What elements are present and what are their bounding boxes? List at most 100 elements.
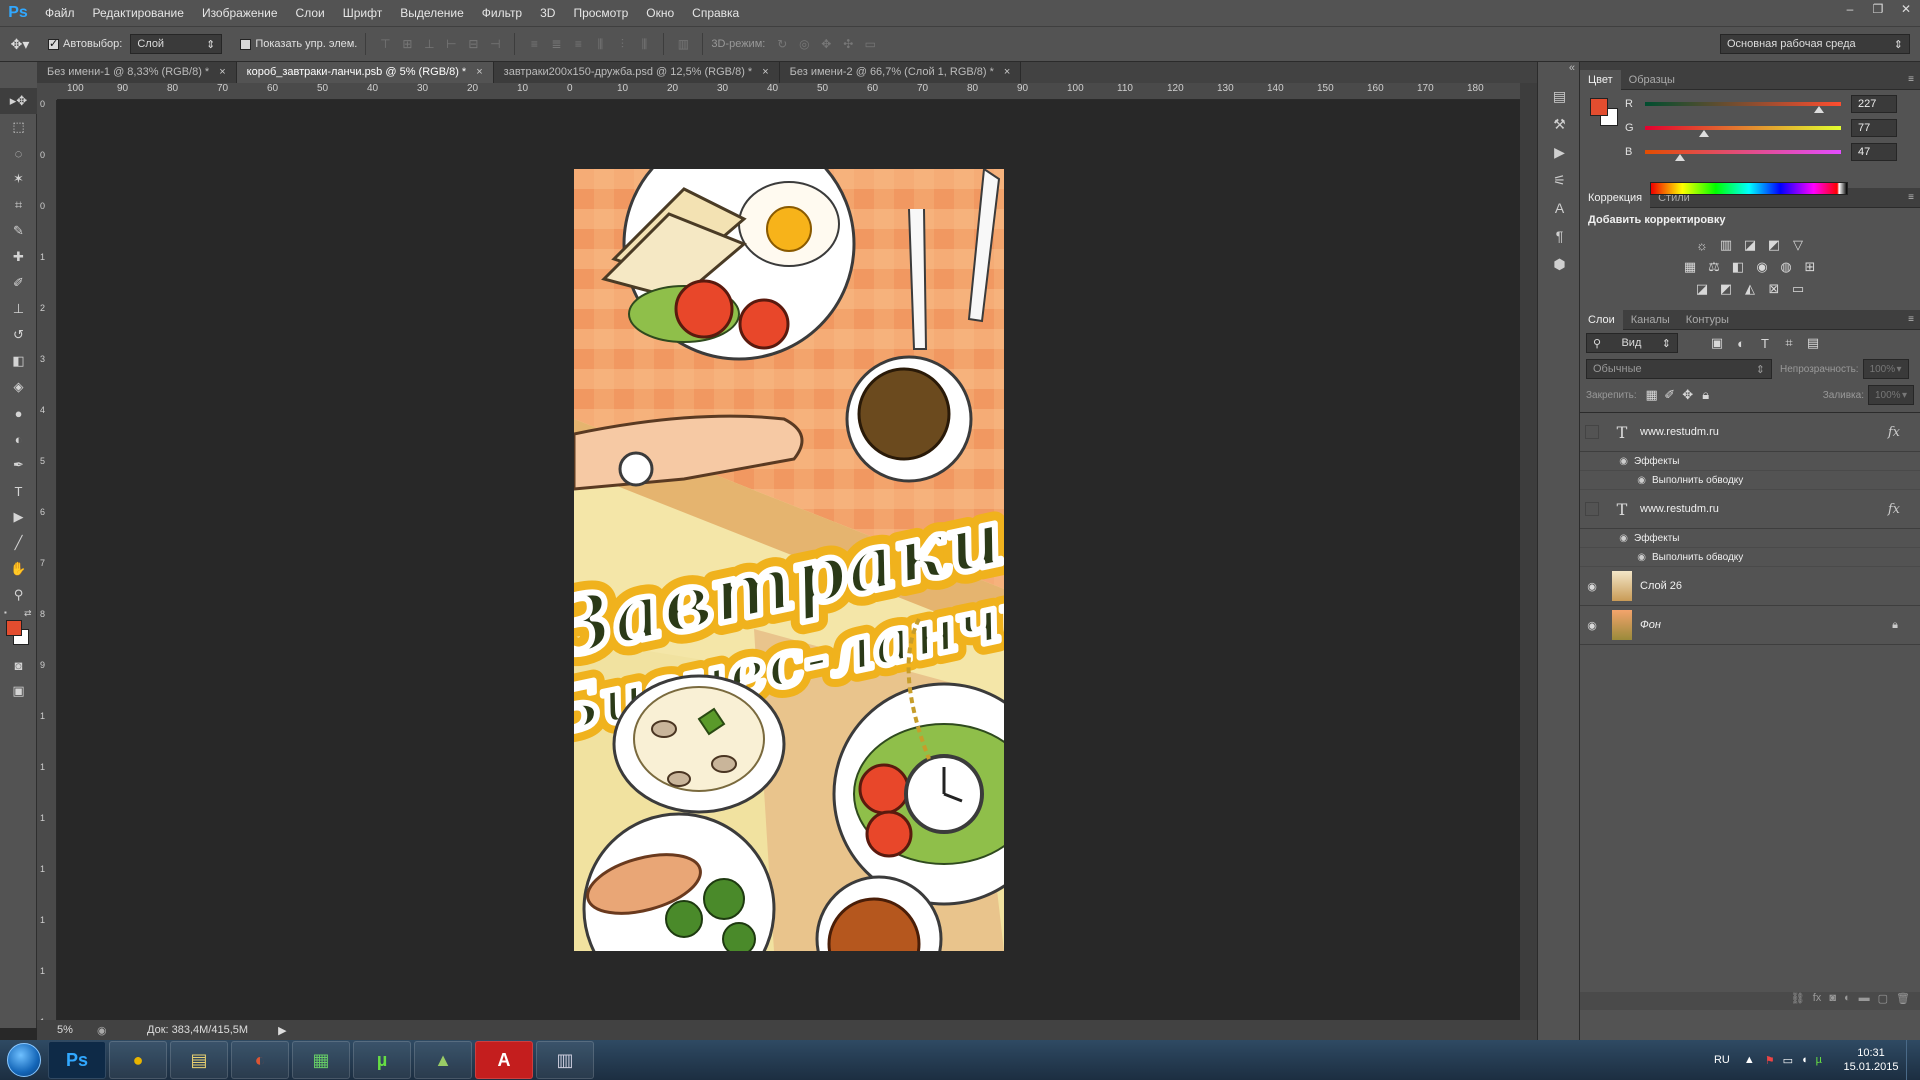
pan-3d-icon[interactable]: ✥	[815, 33, 837, 55]
photo-filter-icon[interactable]: ◉	[1753, 258, 1771, 276]
type-tool-icon[interactable]: T	[0, 478, 37, 504]
filter-smart-icon[interactable]: ▤	[1804, 334, 1822, 352]
filter-shape-icon[interactable]: ⌗	[1780, 334, 1798, 352]
taskbar-photoshop[interactable]: Ps	[48, 1041, 106, 1079]
panel-menu-icon[interactable]: ≡	[1908, 74, 1914, 85]
link-layers-icon[interactable]: ⛓	[1791, 992, 1805, 1010]
utorrent-tray-icon[interactable]: µ	[1816, 1054, 1822, 1066]
tab-close-icon[interactable]: ×	[1004, 66, 1010, 78]
orbit-3d-icon[interactable]: ↻	[771, 33, 793, 55]
fx-icon[interactable]: fx	[1888, 425, 1900, 440]
healing-brush-tool-icon[interactable]: ✚	[0, 244, 37, 270]
action-center-icon[interactable]: ⚑	[1765, 1054, 1775, 1067]
eye-icon[interactable]: ◉	[1580, 580, 1604, 593]
layer-row[interactable]: ◉ Фон 🔒︎	[1580, 606, 1920, 645]
g-slider[interactable]	[1645, 126, 1841, 137]
menu-item[interactable]: Файл	[36, 0, 84, 26]
brightness-icon[interactable]: ☼	[1693, 236, 1711, 254]
distribute-left-icon[interactable]: ⫼	[589, 33, 611, 55]
align-top-icon[interactable]: ⊤	[374, 33, 396, 55]
zoom-level[interactable]: 5%	[57, 1024, 97, 1036]
tool-presets-icon[interactable]: ⚒	[1538, 110, 1581, 138]
b-slider-thumb[interactable]	[1675, 154, 1686, 161]
horizontal-ruler[interactable]: 100 90 80 70 60 50 40 30 20 10 0 10 20 30 40 50 60 70 80 90…	[57, 83, 1520, 100]
menu-item[interactable]: Изображение	[193, 0, 287, 26]
distribute-top-icon[interactable]: ≡	[523, 33, 545, 55]
taskbar-app-7[interactable]: ▲	[414, 1041, 472, 1079]
r-slider-thumb[interactable]	[1814, 106, 1825, 113]
roll-3d-icon[interactable]: ◎	[793, 33, 815, 55]
fill-field[interactable]: 100% ▾	[1868, 385, 1914, 405]
menu-item[interactable]: Выделение	[391, 0, 473, 26]
network-icon[interactable]: ▭	[1783, 1054, 1793, 1067]
g-slider-thumb[interactable]	[1698, 130, 1709, 137]
align-vcenter-icon[interactable]: ⊞	[396, 33, 418, 55]
history-panel-icon[interactable]: ▤	[1538, 82, 1581, 110]
menu-item[interactable]: Справка	[683, 0, 748, 26]
blur-tool-icon[interactable]: ●	[0, 400, 37, 426]
eye-icon[interactable]: ◉	[1580, 533, 1634, 544]
menu-item[interactable]: Окно	[637, 0, 683, 26]
lock-transparency-icon[interactable]: ▦	[1643, 386, 1661, 404]
menu-item[interactable]: Шрифт	[334, 0, 391, 26]
photoshop-logo[interactable]: Ps	[0, 0, 36, 26]
taskbar-chrome[interactable]: ●	[109, 1041, 167, 1079]
posterize-icon[interactable]: ◩	[1717, 280, 1735, 298]
distribute-right-icon[interactable]: ⫼	[633, 33, 655, 55]
actions-panel-icon[interactable]: ▶	[1538, 138, 1581, 166]
b-slider[interactable]	[1645, 150, 1841, 161]
foreground-color-swatch[interactable]	[6, 620, 22, 636]
filter-adjustment-icon[interactable]: ◐	[1732, 334, 1750, 352]
menu-item[interactable]: Редактирование	[84, 0, 193, 26]
brush-tool-icon[interactable]: ✐	[0, 270, 37, 296]
taskbar-browser[interactable]: ◐	[231, 1041, 289, 1079]
exposure-icon[interactable]: ◩	[1765, 236, 1783, 254]
lock-position-icon[interactable]: ✥	[1679, 386, 1697, 404]
document-tab[interactable]: завтраки200x150-дружба.psd @ 12,5% (RGB/…	[493, 62, 780, 83]
status-arrow-icon[interactable]: ▶	[278, 1024, 286, 1037]
layer-name[interactable]: Слой 26	[1640, 580, 1682, 592]
lock-all-icon[interactable]: 🔒︎	[1697, 386, 1715, 404]
collapse-dock-icon[interactable]: «	[1538, 62, 1579, 82]
new-layer-icon[interactable]: ▢	[1878, 992, 1888, 1010]
distribute-hcenter-icon[interactable]: ⫶	[611, 33, 633, 55]
taskbar-acrobat[interactable]: A	[475, 1041, 533, 1079]
eyedropper-tool-icon[interactable]: ✎	[0, 218, 37, 244]
swap-colors-icon[interactable]: ⇄	[24, 608, 32, 619]
fx-icon[interactable]: fx	[1888, 502, 1900, 517]
pen-tool-icon[interactable]: ✒	[0, 452, 37, 478]
restore-button[interactable]: ❐	[1864, 0, 1892, 18]
document-tab[interactable]: Без имени-1 @ 8,33% (RGB/8) * ×	[37, 62, 237, 83]
eye-icon[interactable]: ◉	[1580, 475, 1652, 486]
color-spectrum[interactable]	[1650, 182, 1848, 195]
new-group-icon[interactable]: ▬	[1859, 992, 1870, 1010]
tab-close-icon[interactable]: ×	[219, 66, 225, 78]
stamp-tool-icon[interactable]: ⊥	[0, 296, 37, 322]
eraser-tool-icon[interactable]: ◧	[0, 348, 37, 374]
workspace-select[interactable]: Основная рабочая среда ⇕	[1720, 34, 1910, 54]
align-hcenter-icon[interactable]: ⊟	[462, 33, 484, 55]
layer-name[interactable]: Фон	[1640, 619, 1661, 631]
layer-filter-select[interactable]: ⚲ Вид ⇕	[1586, 333, 1678, 353]
tray-expand-icon[interactable]: ▲	[1744, 1054, 1755, 1066]
effects-row[interactable]: ◉ Эффекты	[1580, 529, 1920, 548]
screen-mode-icon[interactable]: ▣	[0, 678, 37, 704]
layer-style-icon[interactable]: fx	[1813, 992, 1822, 1010]
move-tool-preset-icon[interactable]: ✥▾	[0, 36, 40, 53]
taskbar-explorer[interactable]: ▤	[170, 1041, 228, 1079]
b-value[interactable]: 47	[1851, 143, 1897, 161]
hue-saturation-icon[interactable]: ▦	[1681, 258, 1699, 276]
opacity-field[interactable]: 100% ▾	[1862, 359, 1909, 379]
delete-layer-icon[interactable]: 🗑︎	[1896, 992, 1910, 1010]
minimize-button[interactable]: –	[1836, 0, 1864, 18]
status-info-icon[interactable]: ◉	[97, 1024, 117, 1037]
new-adjustment-icon[interactable]: ◐	[1844, 992, 1851, 1010]
toolbar-grip[interactable]	[0, 62, 37, 88]
black-white-icon[interactable]: ◧	[1729, 258, 1747, 276]
volume-icon[interactable]: ◖	[1801, 1054, 1808, 1066]
paint-bucket-tool-icon[interactable]: ◈	[0, 374, 37, 400]
start-button[interactable]	[0, 1040, 48, 1080]
quick-mask-icon[interactable]: ◙	[0, 652, 37, 678]
panel-menu-icon[interactable]: ≡	[1908, 314, 1914, 325]
menu-item[interactable]: 3D	[531, 0, 564, 26]
